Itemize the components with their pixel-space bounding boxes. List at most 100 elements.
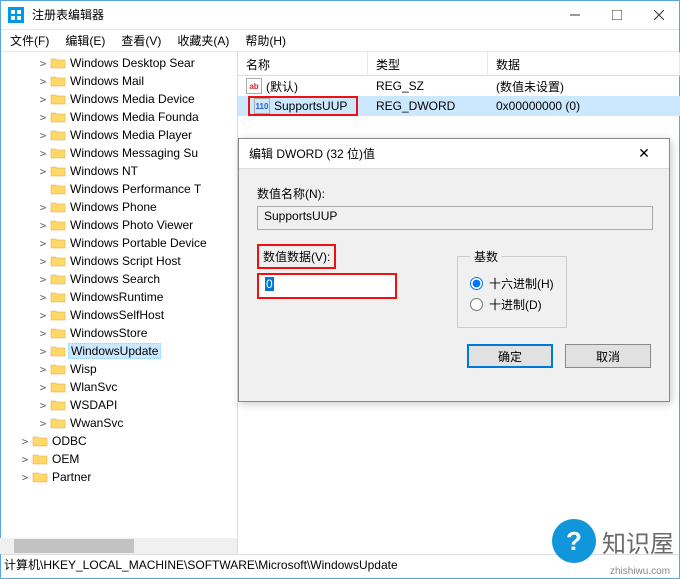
- tree-item[interactable]: >Wisp: [0, 360, 237, 378]
- radix-hex-radio[interactable]: 十六进制(H): [470, 275, 554, 292]
- tree-toggle[interactable]: >: [36, 363, 50, 376]
- tree-item[interactable]: >Windows NT: [0, 162, 237, 180]
- tree-item[interactable]: >WindowsRuntime: [0, 288, 237, 306]
- tree-label: WindowsSelfHost: [68, 308, 166, 322]
- tree-item[interactable]: >WlanSvc: [0, 378, 237, 396]
- watermark-url: zhishiwu.com: [610, 566, 670, 577]
- menu-edit[interactable]: 编辑(E): [59, 30, 111, 51]
- value-icon: ab: [246, 78, 262, 94]
- tree-item[interactable]: > WindowsStore: [0, 324, 237, 342]
- col-header-type[interactable]: 类型: [368, 52, 488, 75]
- tree-toggle[interactable]: >: [36, 147, 50, 160]
- tree-toggle[interactable]: >: [36, 111, 50, 124]
- folder-icon: [50, 236, 66, 250]
- folder-icon: [50, 398, 66, 412]
- tree-item[interactable]: > WindowsSelfHost: [0, 306, 237, 324]
- value-name-label: 数值名称(N):: [257, 185, 651, 202]
- ok-button[interactable]: 确定: [467, 344, 553, 368]
- tree-label: WSDAPI: [68, 398, 119, 412]
- tree-toggle[interactable]: >: [36, 57, 50, 70]
- tree-toggle[interactable]: >: [36, 345, 50, 358]
- menu-file[interactable]: 文件(F): [4, 30, 55, 51]
- tree-item[interactable]: > WSDAPI: [0, 396, 237, 414]
- watermark: ? 知识屋: [552, 519, 674, 563]
- tree-toggle[interactable]: >: [36, 201, 50, 214]
- tree-item[interactable]: >Windows Media Founda: [0, 108, 237, 126]
- tree-toggle[interactable]: >: [36, 75, 50, 88]
- tree-toggle[interactable]: >: [36, 381, 50, 394]
- value-name-field[interactable]: SupportsUUP: [257, 206, 653, 230]
- tree-toggle[interactable]: >: [36, 291, 50, 304]
- tree-item[interactable]: >Windows Photo Viewer: [0, 216, 237, 234]
- tree-item[interactable]: >Windows Script Host: [0, 252, 237, 270]
- folder-icon: [50, 254, 66, 268]
- value-icon: 110: [254, 98, 270, 114]
- folder-icon: [50, 182, 66, 196]
- tree-label: Windows Desktop Sear: [68, 56, 197, 70]
- tree-item[interactable]: > Windows Search: [0, 270, 237, 288]
- tree-label: WindowsStore: [68, 326, 149, 340]
- tree-label: Windows Search: [68, 272, 162, 286]
- tree-toggle[interactable]: >: [18, 435, 32, 448]
- tree-item[interactable]: > ODBC: [0, 432, 237, 450]
- col-header-name[interactable]: 名称: [238, 52, 368, 75]
- tree-toggle[interactable]: >: [36, 129, 50, 142]
- tree-item[interactable]: >WindowsUpdate: [0, 342, 237, 360]
- tree-toggle[interactable]: >: [18, 453, 32, 466]
- tree-h-scrollbar[interactable]: [0, 538, 237, 554]
- value-data: 0x00000000 (0): [488, 99, 680, 113]
- close-button[interactable]: [638, 0, 680, 30]
- tree-item[interactable]: > Windows Phone: [0, 198, 237, 216]
- folder-icon: [50, 146, 66, 160]
- tree-label: Windows Phone: [68, 200, 159, 214]
- tree-item[interactable]: > Windows Desktop Sear: [0, 54, 237, 72]
- tree-toggle[interactable]: >: [36, 219, 50, 232]
- list-row[interactable]: 110 SupportsUUP REG_DWORD0x00000000 (0): [238, 96, 680, 116]
- tree-toggle[interactable]: >: [36, 165, 50, 178]
- dialog-close-button[interactable]: ✕: [629, 145, 659, 162]
- tree-item[interactable]: >Windows Messaging Su: [0, 144, 237, 162]
- tree-label: Partner: [50, 470, 93, 484]
- tree-toggle[interactable]: >: [36, 237, 50, 250]
- value-data-field[interactable]: 0: [257, 273, 397, 299]
- radix-dec-radio[interactable]: 十进制(D): [470, 296, 554, 313]
- menubar: 文件(F) 编辑(E) 查看(V) 收藏夹(A) 帮助(H): [0, 30, 680, 52]
- col-header-data[interactable]: 数据: [488, 52, 680, 75]
- value-data: (数值未设置): [488, 78, 680, 95]
- tree-item[interactable]: > Windows Mail: [0, 72, 237, 90]
- folder-icon: [50, 218, 66, 232]
- cancel-button[interactable]: 取消: [565, 344, 651, 368]
- minimize-button[interactable]: [554, 0, 596, 30]
- tree-item[interactable]: >Windows Media Device: [0, 90, 237, 108]
- tree-toggle[interactable]: >: [36, 255, 50, 268]
- tree-toggle[interactable]: >: [36, 273, 50, 286]
- tree-toggle[interactable]: >: [36, 309, 50, 322]
- menu-view[interactable]: 查看(V): [115, 30, 167, 51]
- maximize-button[interactable]: [596, 0, 638, 30]
- tree-toggle[interactable]: >: [18, 471, 32, 484]
- tree-panel[interactable]: >Windows Desktop Sear>Windows Mail>Windo…: [0, 52, 238, 554]
- tree-toggle[interactable]: >: [36, 327, 50, 340]
- tree-item[interactable]: Windows Performance T: [0, 180, 237, 198]
- tree-toggle[interactable]: >: [36, 93, 50, 106]
- radix-label: 基数: [470, 248, 502, 265]
- value-name: (默认): [266, 78, 298, 95]
- tree-toggle[interactable]: >: [36, 417, 50, 430]
- menu-favorites[interactable]: 收藏夹(A): [171, 30, 235, 51]
- tree-label: WwanSvc: [68, 416, 125, 430]
- tree-item[interactable]: >Windows Portable Device: [0, 234, 237, 252]
- tree-item[interactable]: > WwanSvc: [0, 414, 237, 432]
- tree-label: Windows Mail: [68, 74, 146, 88]
- tree-toggle[interactable]: >: [36, 399, 50, 412]
- tree-item[interactable]: >Windows Media Player: [0, 126, 237, 144]
- folder-icon: [50, 74, 66, 88]
- value-type: REG_DWORD: [368, 99, 488, 113]
- menu-help[interactable]: 帮助(H): [239, 30, 292, 51]
- tree-item[interactable]: > Partner: [0, 468, 237, 486]
- value-name: SupportsUUP: [274, 99, 347, 113]
- dialog-title: 编辑 DWORD (32 位)值: [249, 145, 629, 162]
- tree-item[interactable]: >OEM: [0, 450, 237, 468]
- list-row[interactable]: ab(默认)REG_SZ(数值未设置): [238, 76, 680, 96]
- tree-label: ODBC: [50, 434, 89, 448]
- value-data-label: 数值数据(V):: [257, 244, 336, 269]
